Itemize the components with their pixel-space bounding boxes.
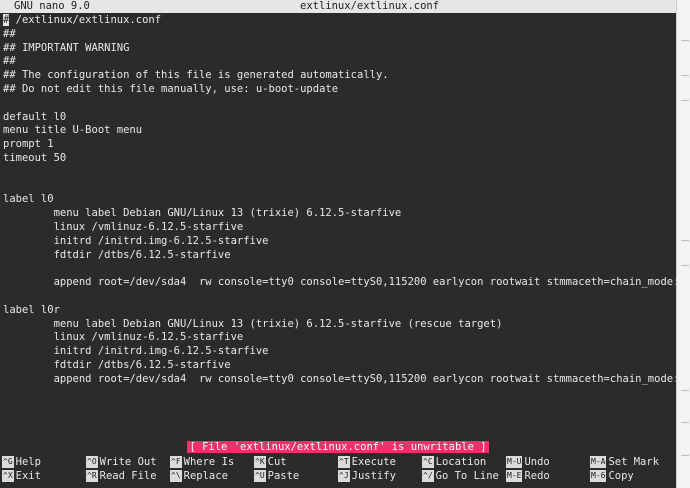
shortcut-go-to-line[interactable]: ^/Go To Line [422, 469, 499, 483]
editor-line: default l0 [3, 110, 67, 123]
shortcut-key: ^R [86, 470, 98, 482]
editor-line: linux /vmlinuz-6.12.5-starfive [3, 220, 244, 233]
divider [681, 40, 689, 41]
shortcut-help[interactable]: ^G Help [2, 455, 41, 469]
shortcut-exit[interactable]: ^X Exit [2, 469, 41, 483]
editor-line: append root=/dev/sda4 rw console=tty0 co… [3, 276, 676, 289]
editor-line: fdtdir /dtbs/6.12.5-starfive [3, 248, 231, 261]
shortcut-where-is[interactable]: ^F Where Is [170, 455, 234, 469]
shortcut-key: ^T [338, 456, 350, 468]
shortcut-key: ^C [422, 456, 434, 468]
shortcut-label: Replace [183, 470, 228, 482]
shortcut-redo[interactable]: M-E Redo [506, 469, 550, 483]
shortcut-undo[interactable]: M-U Undo [506, 455, 550, 469]
editor-line: ## The configuration of this file is gen… [3, 69, 389, 82]
shortcut-label: Help [15, 456, 41, 468]
shortcut-label: Redo [524, 470, 550, 482]
shortcut-key: M-6 [590, 470, 607, 482]
shortcut-key: ^/ [422, 470, 434, 482]
editor-text-area[interactable]: # /extlinux/extlinux.conf ## ## IMPORTANT … [3, 14, 676, 387]
shortcut-row-2: ^X Exit ^R Read File ^\ Replace ^U Paste ^J Justi… [0, 469, 676, 483]
shortcut-cut[interactable]: ^K Cut [254, 455, 287, 469]
shortcut-key: ^F [170, 456, 182, 468]
editor-line: menu label Debian GNU/Linux 13 (trixie) … [3, 317, 503, 330]
editor-line: fdtdir /dtbs/6.12.5-starfive [3, 358, 231, 371]
shortcut-key: ^U [254, 470, 266, 482]
file-name: extlinux/extlinux.conf [300, 0, 440, 12]
shortcut-label: Execute [351, 456, 396, 468]
text-cursor: # [3, 14, 10, 26]
shortcut-label: Exit [15, 470, 41, 482]
editor-line: initrd /initrd.img-6.12.5-starfive [3, 234, 269, 247]
shortcut-label: Undo [524, 456, 550, 468]
shortcut-key: ^X [2, 470, 14, 482]
shortcut-label: Copy [608, 470, 634, 482]
editor-line: ## [3, 27, 16, 40]
divider [681, 422, 689, 423]
editor-line: label l0 [3, 193, 54, 206]
shortcut-location[interactable]: ^C Location [422, 455, 486, 469]
shortcut-key: ^\ [170, 470, 182, 482]
nano-title-bar: GNU nano 9.0 extlinux/extlinux.conf [0, 0, 676, 13]
editor-line: ## IMPORTANT WARNING [3, 41, 130, 54]
editor-line: ## [3, 55, 16, 68]
shortcut-key: ^J [338, 470, 350, 482]
shortcut-set-mark[interactable]: M-A Set Mark [590, 455, 659, 469]
shortcut-read-file[interactable]: ^R Read File [86, 469, 157, 483]
shortcut-bar: ^G Help ^O Write Out ^F Where Is ^K Cut ^T Execut… [0, 455, 676, 483]
editor-line: ## Do not edit this file manually, use: … [3, 82, 339, 95]
shortcut-label: Go To Line [435, 470, 499, 482]
status-message: [ File 'extlinux/extlinux.conf' is unwri… [187, 441, 489, 453]
editor-line: label l0r [3, 303, 60, 316]
editor-line: timeout 50 [3, 151, 67, 164]
shortcut-label: Paste [267, 470, 300, 482]
editor-line: linux /vmlinuz-6.12.5-starfive [3, 331, 244, 344]
status-bar: [ File 'extlinux/extlinux.conf' is unwri… [0, 441, 676, 454]
shortcut-key: ^O [86, 456, 98, 468]
shortcut-label: Set Mark [608, 456, 660, 468]
app-version: GNU nano 9.0 [14, 0, 90, 12]
editor-line: menu title U-Boot menu [3, 124, 143, 137]
shortcut-key: M-U [506, 456, 523, 468]
shortcut-key: M-E [506, 470, 523, 482]
shortcut-label: Justify [351, 470, 396, 482]
editor-line: prompt 1 [3, 138, 54, 151]
editor-line: append root=/dev/sda4 rw console=tty0 co… [53, 372, 676, 385]
divider [681, 240, 689, 241]
editor-line: initrd /initrd.img-6.12.5-starfive [3, 345, 269, 358]
shortcut-label: Cut [267, 456, 287, 468]
terminal-window: GNU nano 9.0 extlinux/extlinux.conf # /e… [0, 0, 676, 488]
shortcut-justify[interactable]: ^J Justify [338, 469, 396, 483]
divider [681, 100, 689, 101]
shortcut-key: ^K [254, 456, 266, 468]
divider [681, 390, 689, 391]
shortcut-row-1: ^G Help ^O Write Out ^F Where Is ^K Cut ^T Execut… [0, 455, 676, 469]
shortcut-replace[interactable]: ^\ Replace [170, 469, 228, 483]
shortcut-label: Location [435, 456, 487, 468]
divider [681, 265, 689, 266]
divider [681, 75, 689, 76]
shortcut-key: ^G [2, 456, 14, 468]
background-window-edge [676, 0, 690, 488]
shortcut-copy[interactable]: M-6 Copy [590, 469, 634, 483]
shortcut-paste[interactable]: ^U Paste [254, 469, 299, 483]
editor-line: # /extlinux/extlinux.conf [3, 14, 162, 26]
shortcut-key: M-A [590, 456, 607, 468]
divider [681, 455, 689, 456]
shortcut-write-out[interactable]: ^O Write Out [86, 455, 157, 469]
shortcut-label: Read File [99, 470, 157, 482]
editor-line: menu label Debian GNU/Linux 13 (trixie) … [3, 207, 402, 220]
shortcut-label: Write Out [99, 456, 157, 468]
shortcut-execute[interactable]: ^T Execute [338, 455, 396, 469]
shortcut-label: Where Is [183, 456, 235, 468]
